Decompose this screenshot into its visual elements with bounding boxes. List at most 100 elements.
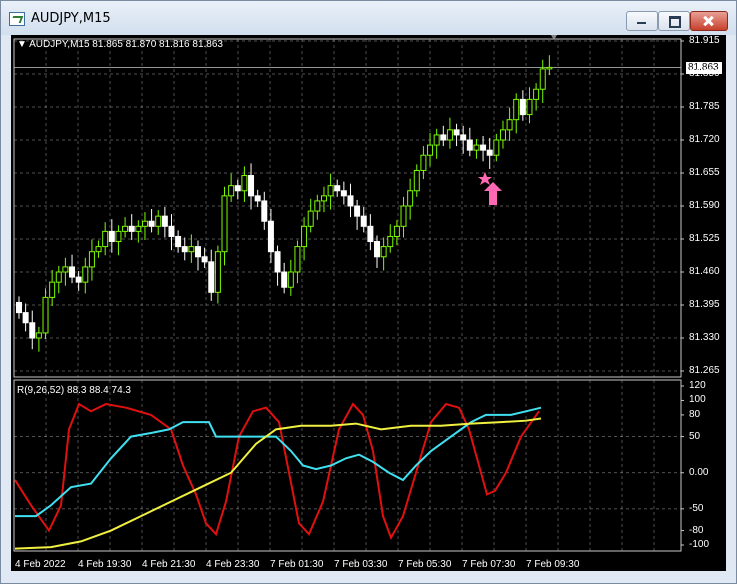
symbol-ohlc: AUDJPY,M15 81.865 81.870 81.816 81.863 [29,39,223,50]
bullish-candle [506,119,513,131]
bearish-candle [234,185,241,192]
bearish-candle [334,185,341,192]
price-axis-label: 81.395 [689,299,720,310]
bearish-candle [248,175,255,197]
oscillator-axis-label: 80 [689,408,701,420]
maximize-button[interactable] [658,11,690,31]
oscillator-axis-label: 120 [689,380,706,391]
bullish-candle [155,215,162,227]
bearish-candle [16,301,22,314]
signal-star-icon [478,172,492,185]
bullish-candle [55,271,62,283]
bearish-candle [254,195,261,202]
bearish-candle [148,220,155,227]
bullish-candle [135,225,142,232]
bullish-candle [539,68,546,90]
bullish-candle [42,296,49,334]
bearish-candle [367,225,374,243]
oscillator-axis-label: -80 [689,524,704,536]
time-axis-label: 4 Feb 21:30 [142,559,196,570]
close-button[interactable] [690,11,728,31]
main-panel-frame [13,38,682,378]
bearish-candle [519,98,526,116]
bullish-candle [493,139,500,156]
bullish-candle [241,175,248,192]
bearish-candle [108,230,115,243]
bullish-candle [380,246,387,258]
bullish-candle [413,169,420,192]
bearish-candle [175,235,182,248]
bullish-candle [499,129,506,141]
bearish-candle [75,276,82,283]
bullish-candle [533,88,540,100]
bullish-candle [433,134,440,146]
bullish-candle [49,281,56,298]
bullish-candle [287,271,294,288]
bearish-candle [347,195,354,207]
time-axis-label: 7 Feb 03:30 [334,559,388,570]
bullish-candle [228,185,235,197]
bullish-candle [307,210,314,227]
bullish-candle [400,205,407,227]
minimize-button[interactable] [626,11,658,31]
bearish-candle [267,220,274,253]
bullish-candle [141,220,148,227]
bearish-candle [161,215,168,227]
bullish-candle [393,225,400,237]
bullish-candle [35,332,42,339]
window-title: AUDJPY,M15 [31,11,111,26]
bullish-candle [526,98,533,116]
bullish-candle [473,144,480,151]
bullish-candle [420,154,427,171]
bullish-candle [427,144,434,156]
symbol-info-label: ▼ AUDJPY,M15 81.865 81.870 81.816 81.863 [17,39,223,50]
price-axis-label: 81.785 [689,101,720,112]
bearish-candle [374,241,380,258]
oscillator-axis-label: 100 [689,394,706,406]
bullish-candle [320,195,327,202]
chart-window-icon [9,12,25,26]
time-axis-label: 4 Feb 23:30 [206,559,260,570]
bullish-candle [62,266,69,273]
bullish-candle [314,200,321,212]
bearish-candle [480,144,487,151]
price-axis-label: 81.590 [689,200,720,211]
bullish-candle [88,251,95,268]
bearish-candle [281,271,288,288]
bullish-candle [294,246,301,273]
bullish-candle [407,190,414,207]
bearish-candle [440,134,447,141]
bearish-candle [354,205,361,217]
time-axis-label: 7 Feb 01:30 [270,559,324,570]
bearish-candle [261,200,268,222]
bearish-candle [22,312,29,324]
bearish-candle [274,251,281,273]
price-axis-label: 81.525 [689,233,720,244]
oscillator-axis-label: -100 [689,539,710,550]
price-axis-label: 81.720 [689,134,720,145]
bullish-candle [102,230,109,248]
collapse-triangle-icon[interactable]: ▼ [17,39,29,50]
bearish-candle [195,246,201,258]
bearish-candle [360,215,367,227]
chart-area[interactable]: ▼ AUDJPY,M15 81.865 81.870 81.816 81.863… [11,35,726,571]
bullish-candle [82,266,89,283]
price-axis-label: 81.850 [689,68,720,79]
time-axis-label: 7 Feb 09:30 [526,559,580,570]
bearish-candle [460,134,467,141]
bullish-candle [188,246,195,253]
bullish-candle [446,129,453,141]
time-axis-label: 4 Feb 2022 [15,559,66,570]
bullish-candle [214,251,221,293]
title-bar[interactable]: AUDJPY,M15 [1,1,736,35]
app-window: AUDJPY,M15 ▼ AUDJPY,M15 81.865 81.870 81… [0,0,737,584]
bearish-candle [466,139,473,151]
bullish-candle [546,66,553,70]
bearish-candle [453,129,460,136]
time-axis-label: 7 Feb 07:30 [462,559,516,570]
price-axis-label: 81.915 [689,35,720,46]
bullish-candle [301,225,308,248]
bullish-candle [387,235,394,248]
chart-canvas [13,35,684,552]
time-axis-label: 4 Feb 19:30 [78,559,132,570]
